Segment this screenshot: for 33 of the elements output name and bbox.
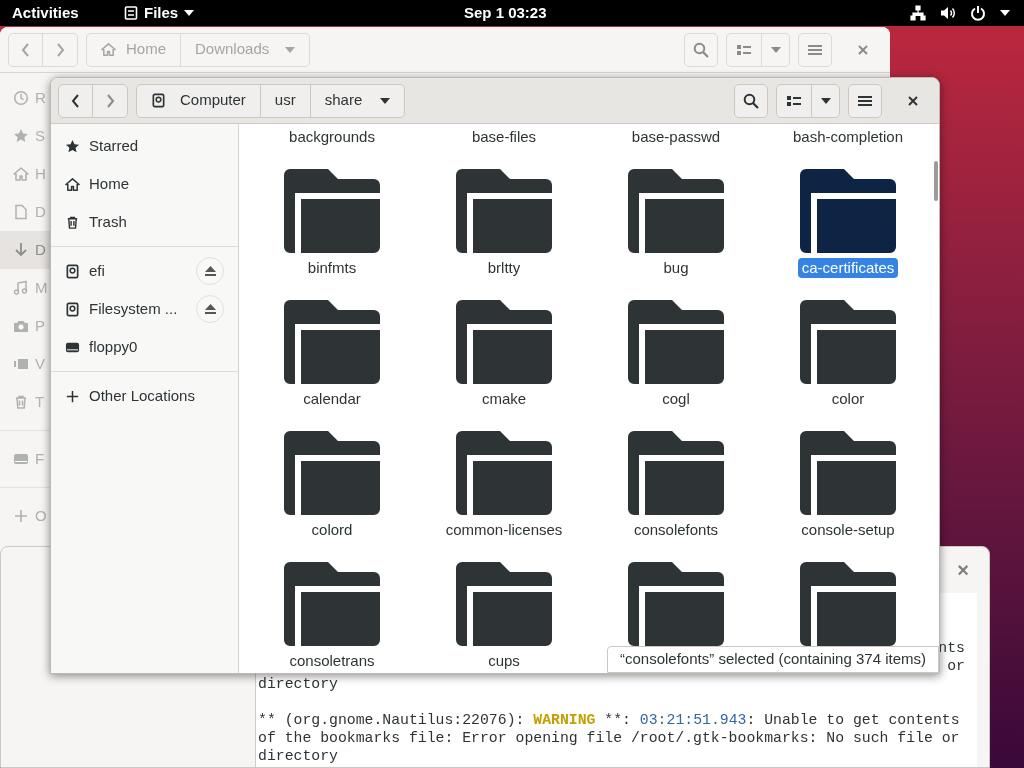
- file-name[interactable]: bug: [659, 258, 693, 278]
- sidebar-item[interactable]: efi: [51, 252, 238, 290]
- file-name[interactable]: colord: [307, 520, 357, 540]
- file-name[interactable]: brltty: [483, 258, 525, 278]
- path-button[interactable]: usr: [259, 84, 310, 117]
- sidebar-item[interactable]: Trash: [51, 203, 238, 241]
- file-name[interactable]: base-passwd: [627, 127, 725, 147]
- status-bar: “consolefonts” selected (containing 374 items): [607, 646, 939, 673]
- file-name[interactable]: consoletrans: [285, 651, 379, 671]
- clock[interactable]: Sep 1 03:23: [464, 1, 547, 25]
- file-name[interactable]: console-setup: [797, 520, 899, 540]
- sidebar-item[interactable]: Starred: [51, 127, 238, 165]
- path-button[interactable]: Computer: [137, 84, 260, 117]
- file-name[interactable]: bash-completion: [788, 127, 908, 147]
- file-name[interactable]: cogl: [658, 389, 694, 409]
- close-button[interactable]: ×: [951, 558, 975, 582]
- file-name[interactable]: base-files: [467, 127, 541, 147]
- file-name[interactable]: cups: [484, 651, 524, 671]
- file-name[interactable]: consolefonts: [629, 520, 723, 540]
- file-name[interactable]: calendar: [299, 389, 365, 409]
- file-name[interactable]: color: [827, 389, 869, 409]
- sidebar-item[interactable]: Filesystem ...: [51, 290, 238, 328]
- file-name[interactable]: ca-certificates: [797, 258, 899, 278]
- path-button[interactable]: share: [309, 84, 405, 117]
- app-menu-button[interactable]: Files: [124, 1, 224, 25]
- sidebar-item[interactable]: Other Locations: [51, 377, 238, 415]
- sidebar-item[interactable]: floppy0: [51, 328, 238, 366]
- file-name[interactable]: backgrounds: [285, 127, 379, 147]
- file-name[interactable]: binfmts: [303, 258, 361, 278]
- activities-button[interactable]: Activities: [12, 1, 122, 25]
- file-name[interactable]: common-licenses: [441, 520, 567, 540]
- file-name[interactable]: cmake: [477, 389, 531, 409]
- sidebar-item[interactable]: Home: [51, 165, 238, 203]
